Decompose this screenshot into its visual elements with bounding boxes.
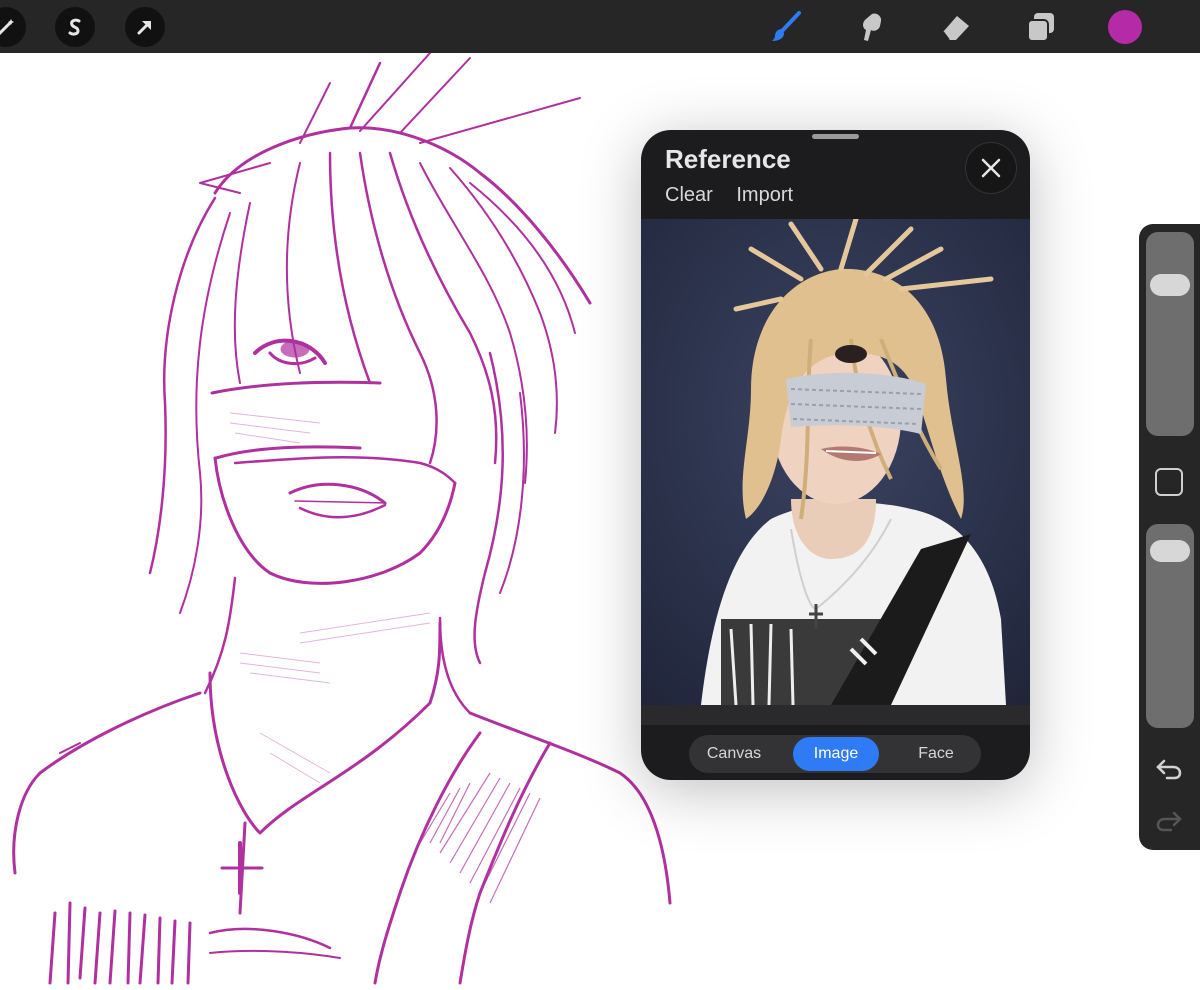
brush-icon[interactable] (768, 9, 804, 45)
top-toolbar (0, 0, 1200, 53)
opacity-slider-thumb[interactable] (1150, 540, 1190, 563)
redo-button[interactable] (1153, 807, 1185, 835)
color-picker-swatch[interactable] (1108, 10, 1142, 44)
brush-size-slider-thumb[interactable] (1150, 274, 1190, 297)
sketch-drawing (12, 53, 672, 985)
reference-photo (641, 219, 1030, 705)
right-sidebar (1139, 224, 1200, 850)
undo-button[interactable] (1153, 755, 1185, 783)
undo-icon (1156, 759, 1182, 780)
tab-face[interactable]: Face (891, 737, 981, 771)
panel-grabber[interactable] (812, 134, 859, 139)
procreate-app: Reference Clear Import Canvas Image Face (0, 0, 1200, 990)
image-scroll-strip (641, 705, 1030, 725)
reference-panel[interactable]: Reference Clear Import Canvas Image Face (641, 130, 1030, 780)
brush-size-slider[interactable] (1146, 232, 1194, 436)
reference-mode-segmented-control: Canvas Image Face (689, 735, 981, 773)
tab-canvas[interactable]: Canvas (689, 737, 779, 771)
smudge-icon[interactable] (853, 9, 889, 45)
import-button[interactable]: Import (736, 184, 793, 206)
layers-icon[interactable] (1023, 9, 1059, 45)
redo-icon (1156, 811, 1182, 832)
eraser-icon[interactable] (938, 9, 974, 45)
tab-image[interactable]: Image (793, 737, 879, 771)
opacity-slider[interactable] (1146, 524, 1194, 728)
modify-square-button[interactable] (1155, 468, 1183, 496)
adjustments-wand-icon[interactable] (0, 7, 26, 47)
clear-button[interactable]: Clear (665, 184, 713, 206)
selection-s-icon[interactable] (55, 7, 95, 47)
reference-actions: Clear Import (665, 184, 811, 207)
close-button[interactable] (965, 142, 1017, 194)
transform-arrow-icon[interactable] (125, 7, 165, 47)
reference-title: Reference (665, 144, 791, 174)
close-icon (981, 158, 1001, 178)
